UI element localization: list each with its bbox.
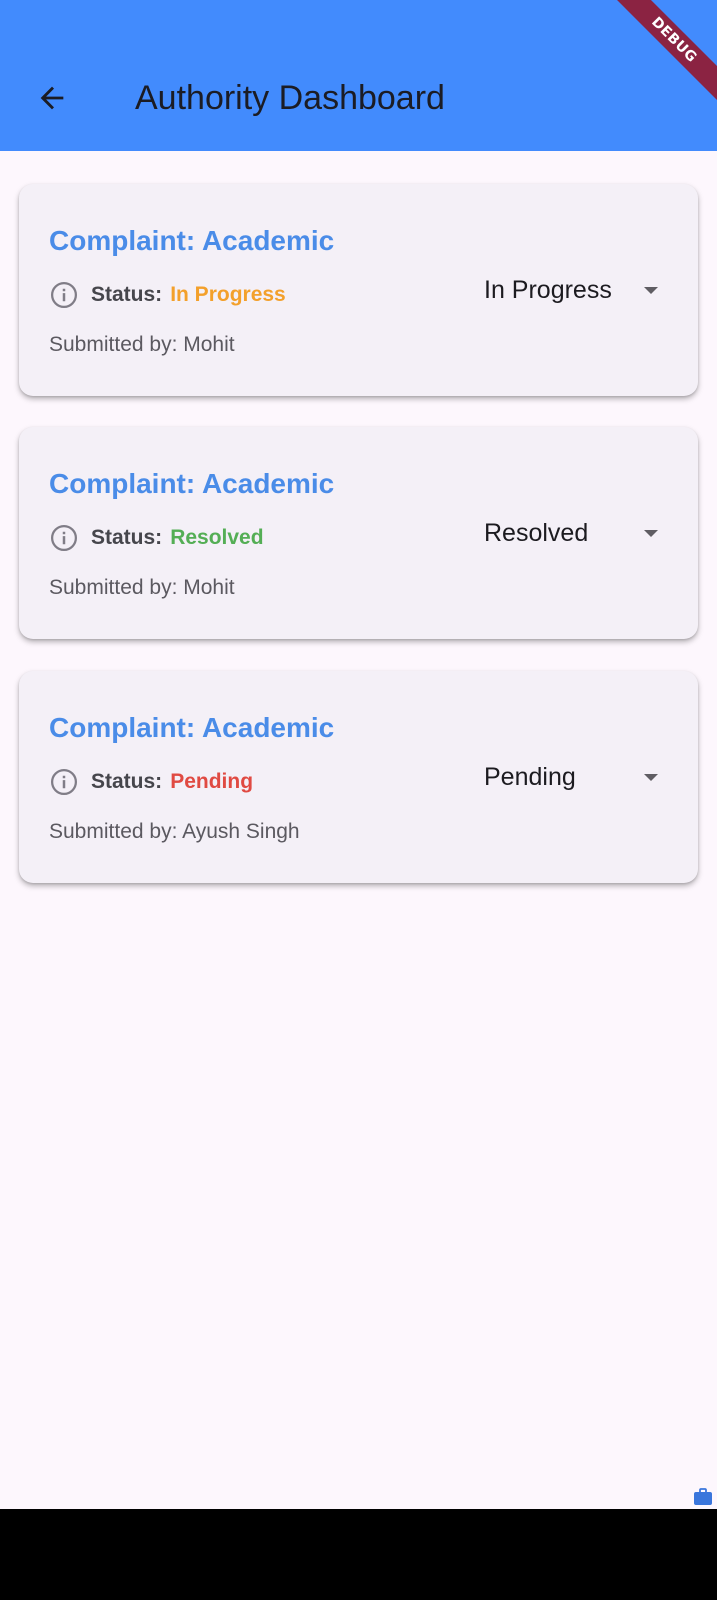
submitted-by: Submitted by: Ayush Singh (49, 820, 300, 843)
status-row: Status: Pending (49, 766, 253, 798)
arrow-drop-down-icon (639, 521, 663, 545)
complaint-title: Complaint: Academic (49, 712, 335, 743)
info-icon (49, 280, 79, 310)
back-button[interactable] (28, 74, 76, 122)
status-label: Status: (91, 526, 163, 549)
complaint-title: Complaint: Academic (49, 468, 335, 499)
info-icon (49, 767, 79, 797)
briefcase-icon[interactable] (693, 1488, 713, 1506)
complaint-card: Complaint: Academic Status: Pending Pend… (19, 671, 698, 883)
status-row: Status: In Progress (49, 279, 286, 311)
status-value: In Progress (170, 283, 286, 306)
status-value: Resolved (170, 526, 264, 549)
complaint-title: Complaint: Academic (49, 225, 335, 256)
debug-label: DEBUG (605, 0, 717, 109)
status-label: Status: (91, 283, 163, 306)
status-dropdown[interactable]: Pending (484, 757, 674, 797)
status-dropdown[interactable]: Resolved (484, 513, 674, 553)
status-row: Status: Resolved (49, 522, 264, 554)
arrow-drop-down-icon (639, 278, 663, 302)
info-icon (49, 523, 79, 553)
app-title: Authority Dashboard (135, 79, 445, 117)
submitted-by: Submitted by: Mohit (49, 333, 235, 356)
status-label: Status: (91, 770, 163, 793)
arrow-back-icon (40, 86, 64, 110)
dropdown-selected-value: In Progress (484, 275, 612, 304)
dropdown-selected-value: Pending (484, 762, 576, 791)
complaint-card: Complaint: Academic Status: Resolved Res… (19, 427, 698, 639)
debug-banner: DEBUG (597, 0, 717, 120)
submitted-by: Submitted by: Mohit (49, 576, 235, 599)
status-dropdown[interactable]: In Progress (484, 270, 674, 310)
app-screen: Authority Dashboard DEBUG Complaint: Aca… (0, 0, 717, 1509)
system-navigation-bar (0, 1509, 717, 1600)
dropdown-selected-value: Resolved (484, 518, 589, 547)
complaint-card: Complaint: Academic Status: In Progress … (19, 184, 698, 396)
arrow-drop-down-icon (639, 765, 663, 789)
status-value: Pending (170, 770, 254, 793)
